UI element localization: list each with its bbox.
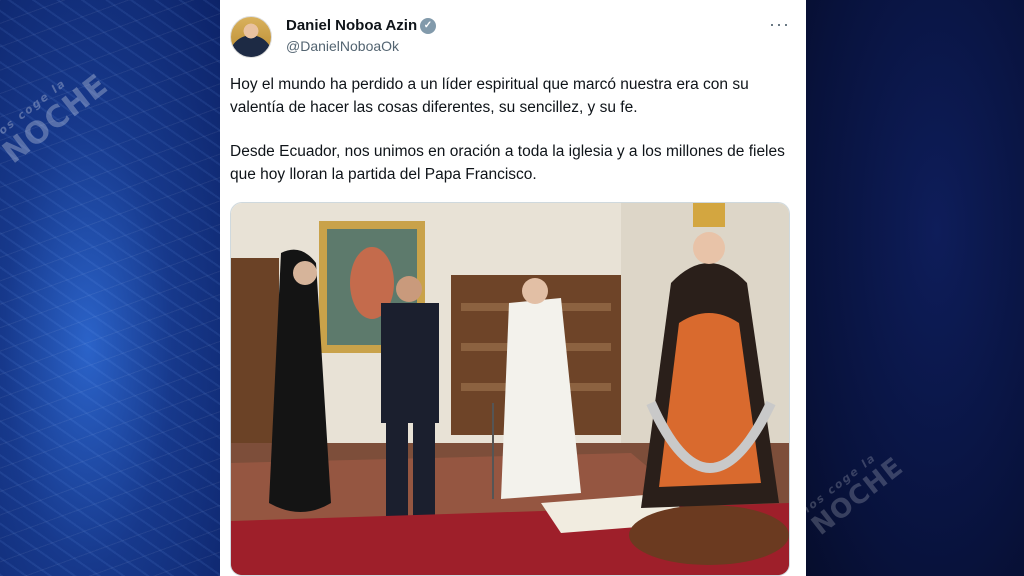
avatar[interactable] xyxy=(230,16,272,58)
left-background-panel xyxy=(0,0,220,576)
tweet-paragraph-2: Desde Ecuador, nos unimos en oración a t… xyxy=(230,143,785,183)
tweet-photo[interactable] xyxy=(230,202,790,576)
tweet-header: Daniel Noboa Azin ✓ @DanielNoboaOk ··· xyxy=(230,14,796,60)
author-handle[interactable]: @DanielNoboaOk xyxy=(286,38,399,54)
verified-badge-icon: ✓ xyxy=(420,18,436,34)
photo-illustration xyxy=(231,203,789,575)
tweet-paragraph-1: Hoy el mundo ha perdido a un líder espir… xyxy=(230,76,749,116)
person-man xyxy=(381,303,439,423)
tweet-card: Daniel Noboa Azin ✓ @DanielNoboaOk ··· H… xyxy=(220,0,806,576)
statue-crown xyxy=(693,203,725,227)
tweet-text: Hoy el mundo ha perdido a un líder espir… xyxy=(230,74,790,208)
author-name[interactable]: Daniel Noboa Azin xyxy=(286,17,417,34)
statue-base xyxy=(629,505,789,565)
bookcase-left xyxy=(231,258,279,443)
more-options-icon[interactable]: ··· xyxy=(769,14,790,35)
